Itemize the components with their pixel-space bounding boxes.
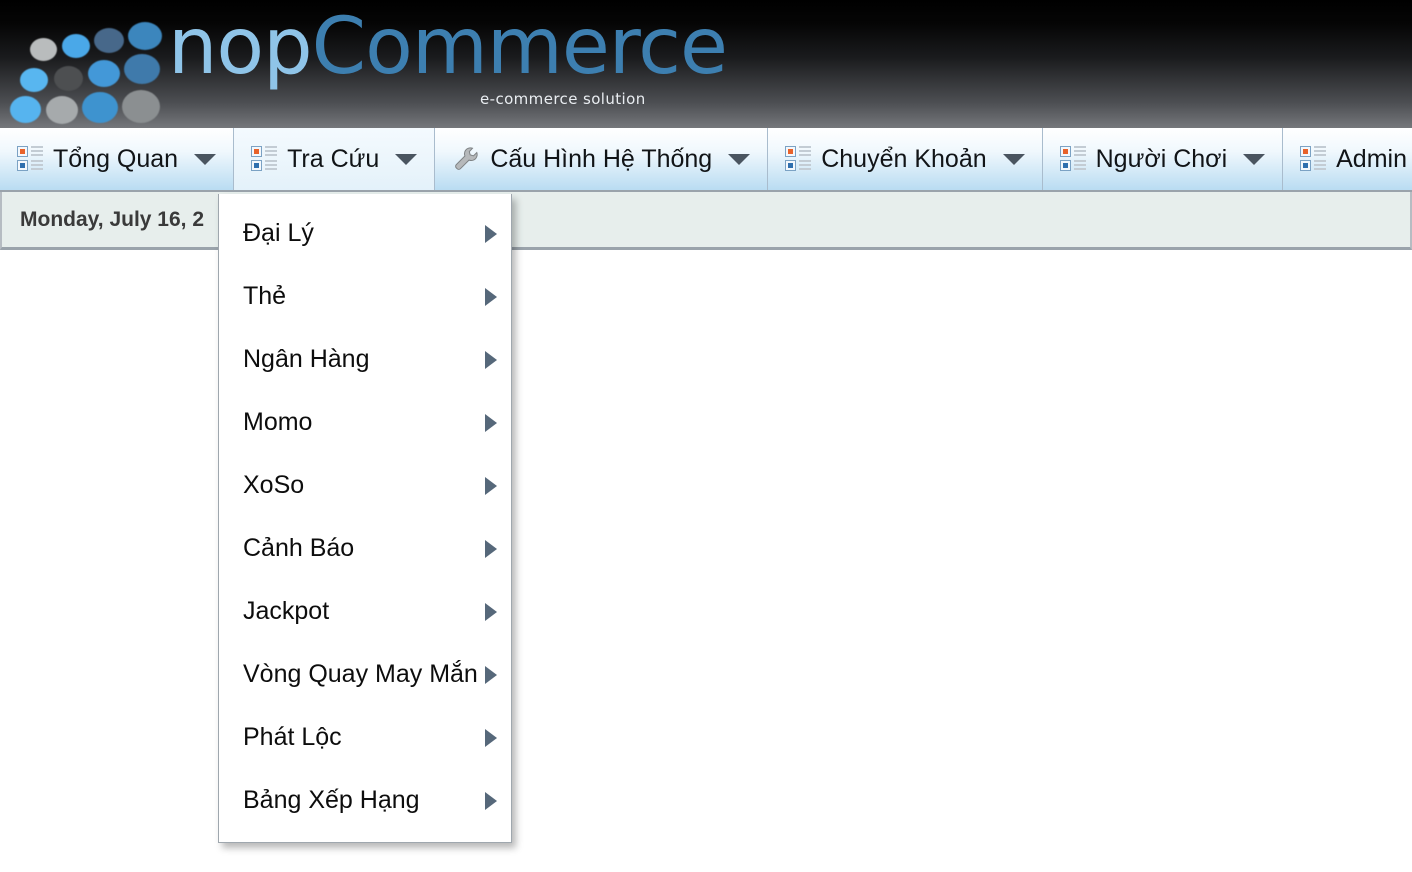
- dropdown-item[interactable]: Phát Lộc: [219, 706, 511, 769]
- logo-dot: [20, 68, 48, 92]
- menu-item-2[interactable]: Tra Cứu: [233, 128, 436, 190]
- menu-item-5[interactable]: Người Chơi: [1042, 128, 1284, 190]
- dropdown-item-label: Đại Lý: [243, 219, 314, 247]
- menu-item-label: Chuyển Khoản: [821, 144, 987, 173]
- app-header-banner: nopCommerce e-commerce solution: [0, 0, 1412, 128]
- logo-text-nop: nop: [168, 2, 313, 92]
- logo-dot: [128, 22, 162, 50]
- dropdown-item-label: Jackpot: [243, 597, 330, 625]
- menu-item-3[interactable]: Cấu Hình Hệ Thống: [435, 128, 769, 190]
- tra-cuu-dropdown-menu: Đại Lý Thẻ Ngân Hàng Momo XoSo Cảnh Báo Jackpo…: [218, 194, 512, 843]
- menu-item-label: Tổng Quan: [53, 144, 179, 173]
- dropdown-item[interactable]: Đại Lý: [219, 202, 511, 265]
- dropdown-item[interactable]: Momo: [219, 391, 511, 454]
- logo-dot: [46, 96, 78, 124]
- page-content-area: [0, 252, 1412, 872]
- list-report-icon: [785, 146, 812, 172]
- list-report-icon: [17, 146, 43, 172]
- logo-dot: [62, 34, 90, 58]
- chevron-right-icon[interactable]: [485, 224, 497, 243]
- chevron-down-icon[interactable]: [1243, 153, 1266, 165]
- list-report-icon: [1300, 146, 1327, 172]
- date-status-bar: Monday, July 16, 2: [0, 192, 1412, 250]
- chevron-right-icon[interactable]: [485, 791, 497, 810]
- chevron-right-icon[interactable]: [485, 413, 497, 432]
- dropdown-item[interactable]: Cảnh Báo: [219, 517, 511, 580]
- dropdown-item[interactable]: XoSo: [219, 454, 511, 517]
- chevron-right-icon[interactable]: [485, 602, 497, 621]
- main-menu-bar: Tổng Quan Tra Cứu Cấu Hình Hệ Thống Chuyển …: [0, 128, 1412, 192]
- dropdown-item-label: Phát Lộc: [243, 723, 342, 751]
- logo-dot: [88, 60, 120, 87]
- dropdown-item-label: Momo: [243, 408, 313, 436]
- chevron-down-icon[interactable]: [728, 153, 751, 165]
- list-report-icon: [1059, 146, 1086, 172]
- menu-item-label: Người Chơi: [1095, 144, 1228, 173]
- menu-item-6[interactable]: Admin: [1283, 128, 1412, 190]
- chevron-right-icon[interactable]: [485, 350, 497, 369]
- logo-dot: [82, 92, 118, 123]
- dropdown-item-label: Vòng Quay May Mắn: [243, 660, 478, 688]
- dropdown-item-label: Thẻ: [243, 282, 287, 310]
- logo-tagline: e-commerce solution: [480, 90, 646, 108]
- chevron-right-icon[interactable]: [485, 476, 497, 495]
- dropdown-item[interactable]: Jackpot: [219, 580, 511, 643]
- chevron-down-icon[interactable]: [194, 153, 217, 165]
- dropdown-item[interactable]: Vòng Quay May Mắn: [219, 643, 511, 706]
- wrench-icon: [455, 147, 478, 170]
- logo-text-commerce: Commerce: [311, 2, 728, 92]
- logo-dot: [10, 96, 41, 123]
- dropdown-item[interactable]: Ngân Hàng: [219, 328, 511, 391]
- chevron-right-icon[interactable]: [485, 665, 497, 684]
- logo-dot: [124, 54, 160, 84]
- current-date-label: Monday, July 16, 2: [20, 207, 205, 231]
- chevron-down-icon[interactable]: [1002, 153, 1025, 165]
- dropdown-item-label: Cảnh Báo: [243, 534, 355, 562]
- dropdown-item[interactable]: Bảng Xếp Hạng: [219, 769, 511, 832]
- dropdown-item[interactable]: Thẻ: [219, 265, 511, 328]
- dropdown-item-label: XoSo: [243, 471, 305, 499]
- logo-dot: [30, 38, 57, 61]
- logo-dot: [122, 90, 160, 123]
- logo-dot: [54, 66, 83, 91]
- chevron-right-icon[interactable]: [485, 287, 497, 306]
- chevron-down-icon[interactable]: [395, 153, 418, 165]
- logo-dot: [94, 28, 124, 53]
- dropdown-item-label: Bảng Xếp Hạng: [243, 786, 420, 814]
- menu-item-4[interactable]: Chuyển Khoản: [768, 128, 1043, 190]
- menu-item-label: Cấu Hình Hệ Thống: [490, 144, 713, 173]
- menu-item-1[interactable]: Tổng Quan: [0, 128, 235, 190]
- menu-item-label: Admin: [1336, 144, 1407, 173]
- chevron-right-icon[interactable]: [485, 728, 497, 747]
- menu-item-label: Tra Cứu: [287, 144, 380, 173]
- nopcommerce-logo-wordmark: nopCommerce: [168, 8, 728, 86]
- chevron-right-icon[interactable]: [485, 539, 497, 558]
- nopcommerce-logo-dots: [8, 16, 168, 124]
- list-report-icon: [251, 146, 278, 172]
- dropdown-item-label: Ngân Hàng: [243, 345, 370, 373]
